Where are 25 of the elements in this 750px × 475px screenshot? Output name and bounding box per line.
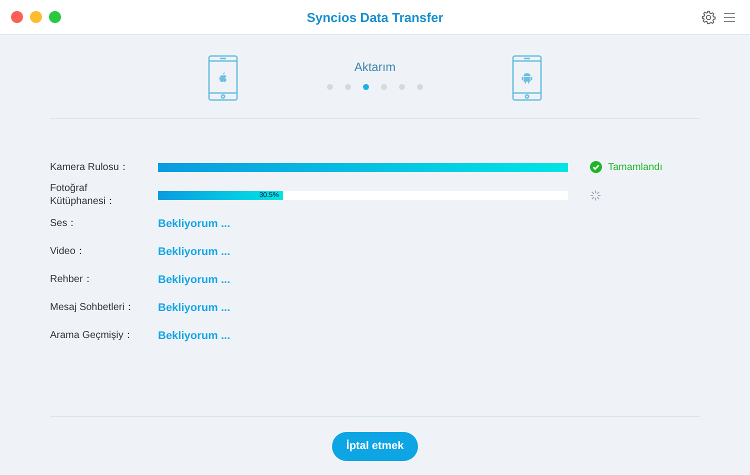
item-label: Ses：	[50, 216, 78, 230]
item-label: Arama Geçmişiy：	[50, 328, 134, 342]
minimize-button[interactable]	[30, 11, 42, 23]
menu-icon[interactable]	[724, 12, 735, 22]
zoom-button[interactable]	[49, 11, 61, 23]
status-text: Bekliyorum ...	[158, 218, 230, 230]
cancel-button[interactable]: İptal etmek	[332, 432, 418, 460]
window-title: Syncios Data Transfer	[306, 10, 444, 24]
settings-icon[interactable]	[701, 10, 716, 24]
item-label: Fotoğraf Kütüphanesi：	[50, 182, 117, 208]
item-label: Video：	[50, 244, 86, 258]
status-text: Bekliyorum ...	[158, 246, 230, 258]
spinner-icon	[590, 190, 601, 200]
item-label: Rehber：	[50, 272, 94, 286]
status-text: Bekliyorum ...	[158, 302, 230, 314]
status-text: Bekliyorum ...	[158, 274, 230, 286]
phone-apple-icon	[208, 54, 238, 100]
close-button[interactable]	[11, 11, 23, 23]
item-label: Mesaj Sohbetleri：	[50, 300, 136, 314]
step-title: Aktarım	[354, 60, 396, 74]
item-label: Kamera Rulosu：	[50, 160, 130, 174]
status-text: Tamamlandı	[608, 162, 662, 172]
check-icon	[590, 161, 602, 173]
status-text: Bekliyorum ...	[158, 330, 230, 342]
phone-android-icon	[512, 54, 542, 100]
